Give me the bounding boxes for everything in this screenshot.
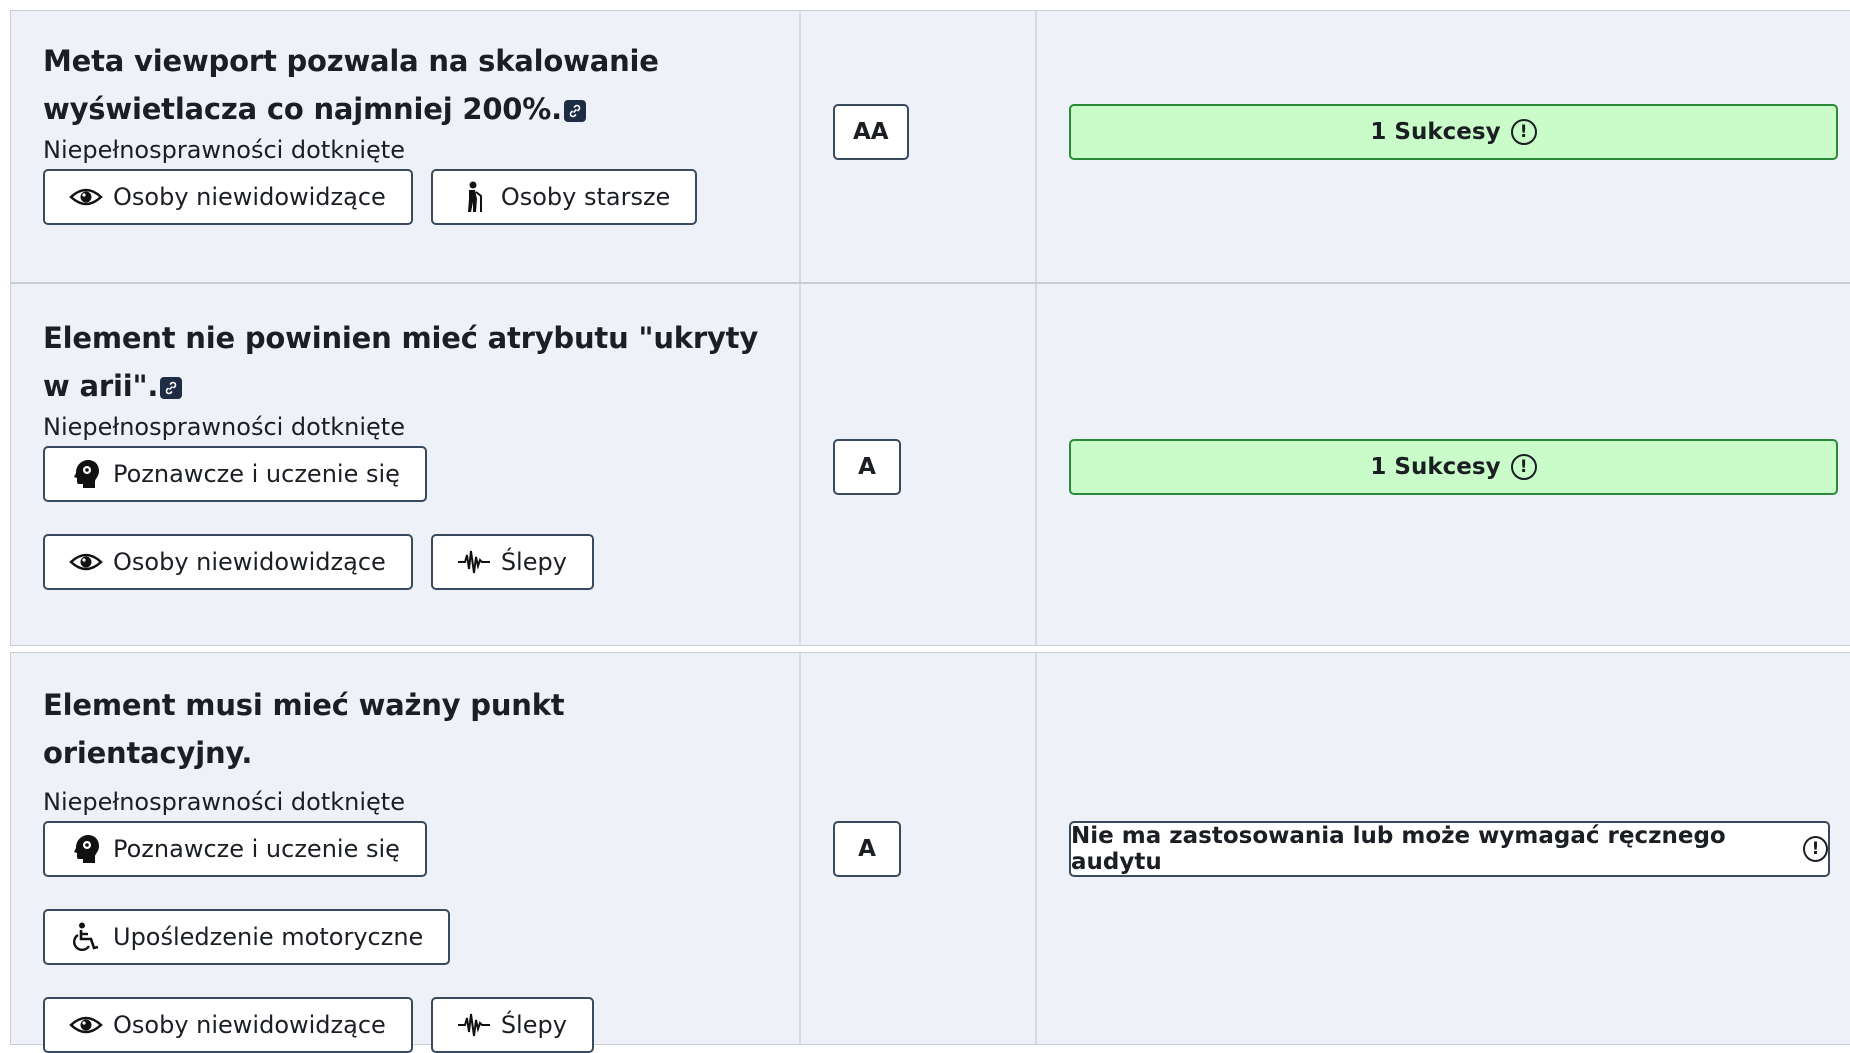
info-icon: ! [1510, 454, 1537, 480]
rule-cell: Meta viewport pozwala na skalowanie wyśw… [11, 11, 801, 282]
link-icon[interactable] [563, 100, 586, 122]
chip-cognitive[interactable]: Poznawcze i uczenie się [43, 821, 427, 877]
info-icon: ! [1510, 119, 1537, 145]
chip-label: Ślepy [500, 548, 567, 576]
rule-cell: Element nie powinien mieć atrybutu "ukry… [11, 284, 801, 645]
audit-row: Element musi mieć ważny punkt orientacyj… [10, 652, 1850, 1053]
eye-icon [69, 1010, 103, 1040]
chip-blind[interactable]: Ślepy [430, 997, 594, 1053]
status-success-badge[interactable]: 1 Sukcesy ! [1069, 439, 1838, 495]
result-cell: 1 Sukcesy ! [1037, 284, 1850, 645]
status-not-applicable-badge[interactable]: Nie ma zastosowania lub może wymagać ręc… [1069, 821, 1830, 877]
conformance-level-badge: AA [833, 104, 909, 160]
result-cell: 1 Sukcesy ! [1037, 11, 1850, 282]
affected-disabilities-label: Niepełnosprawności dotknięte [43, 413, 405, 441]
elderly-person-icon [457, 181, 491, 212]
brain-head-icon [69, 834, 103, 864]
chip-visually-impaired[interactable]: Osoby niewidowidzące [43, 534, 413, 590]
conformance-level-badge: A [833, 439, 901, 495]
chip-blind[interactable]: Ślepy [430, 534, 594, 590]
rule-title: Element nie powinien mieć atrybutu "ukry… [43, 314, 767, 410]
disability-chips: Osoby niewidowidzące Osoby starsze [43, 169, 763, 225]
level-cell: AA [801, 11, 1037, 282]
result-cell: Nie ma zastosowania lub może wymagać ręc… [1037, 653, 1850, 1044]
soundwave-icon [457, 547, 491, 577]
audit-row: Element nie powinien mieć atrybutu "ukry… [10, 283, 1850, 646]
chip-cognitive[interactable]: Poznawcze i uczenie się [43, 446, 427, 502]
eye-icon [69, 182, 103, 212]
affected-disabilities-label: Niepełnosprawności dotknięte [43, 136, 405, 164]
affected-disabilities-label: Niepełnosprawności dotknięte [43, 788, 405, 816]
rule-title: Meta viewport pozwala na skalowanie wyśw… [43, 37, 767, 133]
status-label: Nie ma zastosowania lub może wymagać ręc… [1071, 823, 1726, 875]
chip-label: Osoby niewidowidzące [113, 183, 386, 211]
status-label: 1 Sukcesy [1370, 119, 1501, 145]
chip-motor[interactable]: Upośledzenie motoryczne [43, 909, 451, 965]
chip-label: Osoby starsze [500, 183, 671, 211]
soundwave-icon [457, 1010, 491, 1040]
rule-title: Element musi mieć ważny punkt orientacyj… [43, 688, 565, 770]
info-icon: ! [1802, 836, 1828, 862]
chip-label: Upośledzenie motoryczne [113, 923, 424, 951]
brain-head-icon [69, 459, 103, 489]
chip-label: Poznawcze i uczenie się [113, 835, 400, 863]
chip-label: Osoby niewidowidzące [113, 548, 386, 576]
status-success-badge[interactable]: 1 Sukcesy ! [1069, 104, 1838, 160]
chip-visually-impaired[interactable]: Osoby niewidowidzące [43, 997, 413, 1053]
chip-elderly[interactable]: Osoby starsze [430, 169, 698, 225]
disability-chips: Poznawcze i uczenie się Upośledzenie mot… [43, 821, 763, 1053]
wheelchair-icon [69, 922, 103, 952]
level-cell: A [801, 653, 1037, 1044]
chip-visually-impaired[interactable]: Osoby niewidowidzące [43, 169, 413, 225]
status-label: 1 Sukcesy [1370, 454, 1501, 480]
conformance-level-badge: A [833, 821, 901, 877]
chip-label: Poznawcze i uczenie się [113, 460, 400, 488]
link-icon[interactable] [160, 377, 183, 399]
rule-cell: Element musi mieć ważny punkt orientacyj… [11, 653, 801, 1053]
level-cell: A [801, 284, 1037, 645]
rule-title-text: Element nie powinien mieć atrybutu "ukry… [43, 321, 759, 403]
disability-chips: Poznawcze i uczenie się Osoby niewidowid… [43, 446, 763, 590]
audit-row: Meta viewport pozwala na skalowanie wyśw… [10, 10, 1850, 283]
eye-icon [69, 547, 103, 577]
